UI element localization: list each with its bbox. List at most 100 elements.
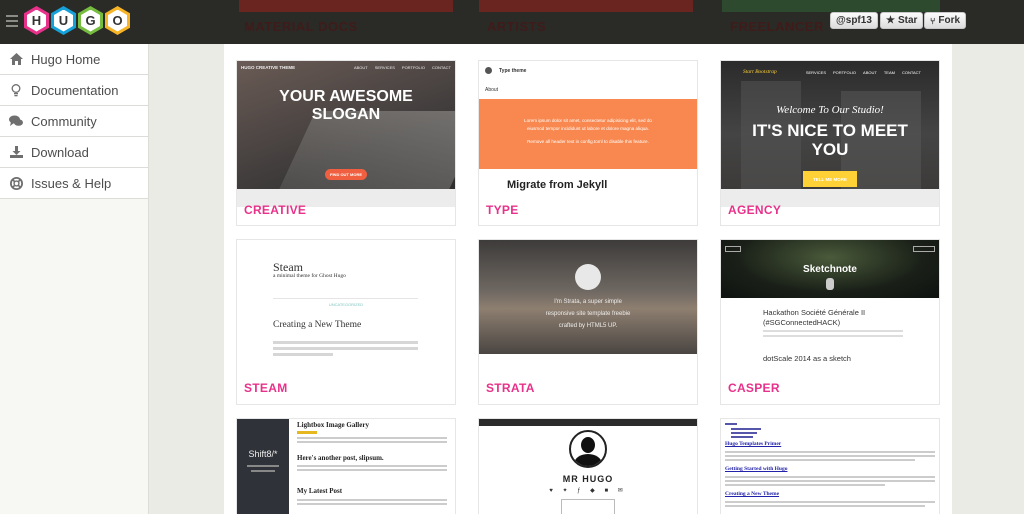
sidebar-item-hugo-home[interactable]: Hugo Home [0, 44, 148, 75]
behind-card-edge [239, 0, 453, 12]
casper-cover-image: Sketchnote [721, 240, 939, 298]
agency-welcome: Welcome To Our Studio! [776, 104, 884, 116]
sidebar-item-issues-help[interactable]: Issues & Help [0, 168, 148, 199]
plain-text-line [725, 459, 915, 461]
fork-icon: ⑂ [930, 15, 936, 26]
sidebar-item-documentation[interactable]: Documentation [0, 75, 148, 106]
plain-text-line [725, 455, 935, 457]
theme-name[interactable]: STEAM [244, 381, 288, 395]
theme-card-casper[interactable]: Sketchnote Hackathon Société Générale II… [720, 239, 940, 405]
casper-post-1: Hackathon Société Générale II (#SGConnec… [763, 308, 865, 328]
chat-icon [9, 114, 23, 128]
theme-name[interactable]: STRATA [486, 381, 535, 395]
theme-thumbnail-steam[interactable]: Steam a minimal theme for Ghost Hugo UNC… [237, 240, 455, 386]
theme-card-steam[interactable]: Steam a minimal theme for Ghost Hugo UNC… [236, 239, 456, 405]
mrhugo-bio-box [561, 499, 615, 514]
hamburger-menu-icon[interactable] [6, 15, 18, 27]
logo-hex-u: U [51, 6, 76, 35]
theme-name[interactable]: AGENCY [728, 203, 781, 217]
theme-card-type[interactable]: Type theme About Lorem ipsum dolor sit a… [478, 60, 698, 226]
agency-nav-item: PORTFOLIO [833, 70, 857, 75]
theme-name[interactable]: TYPE [486, 203, 519, 217]
plain-text-line [725, 501, 935, 503]
mrhugo-social-icons: ♥ ✦ ƒ ◆ ■ ✉ [549, 488, 627, 494]
creative-nav: ABOUT SERVICES PORTFOLIO CONTACT [354, 65, 451, 70]
theme-thumbnail-strata[interactable]: I'm Strata, a super simple responsive si… [479, 240, 697, 354]
theme-thumbnail-type[interactable]: Type theme About Lorem ipsum dolor sit a… [479, 61, 697, 207]
slogan-line: YOUR AWESOME [279, 88, 413, 105]
mrhugo-avatar [569, 430, 607, 468]
mrhugo-title: MR HUGO [562, 474, 614, 484]
theme-card-shift8[interactable]: Shift8/* Lightbox Image Gallery Here's a… [236, 418, 456, 514]
theme-card-mrhugo[interactable]: MR HUGO ♥ ✦ ƒ ◆ ■ ✉ [478, 418, 698, 514]
shift8-sidebar: Shift8/* [237, 419, 289, 514]
plain-heading: Getting Started with Hugo [725, 466, 788, 472]
theme-name[interactable]: CASPER [728, 381, 780, 395]
steam-excerpt-line [273, 341, 418, 344]
theme-thumbnail-creative[interactable]: HUGO CREATIVE THEME ABOUT SERVICES PORTF… [237, 61, 455, 207]
logo-letter: G [81, 9, 100, 32]
shift8-excerpt-line [297, 469, 447, 471]
casper-post-title: dotScale 2014 as a sketch [763, 354, 851, 363]
lifebuoy-icon [9, 176, 23, 190]
type-site-title: Type theme [499, 68, 527, 74]
shift8-excerpt-line [297, 437, 447, 439]
type-post-title: Migrate from Jekyll [507, 179, 608, 191]
casper-subscribe-icon [913, 246, 935, 252]
plain-text-line [725, 451, 935, 453]
plain-text-line [725, 505, 925, 507]
creative-nav-item: SERVICES [374, 65, 395, 70]
creative-cta-button: FIND OUT MORE [325, 169, 367, 180]
github-fork-button[interactable]: ⑂ Fork [924, 12, 967, 29]
theme-card-creative[interactable]: HUGO CREATIVE THEME ABOUT SERVICES PORTF… [236, 60, 456, 226]
shift8-post-title: My Latest Post [297, 487, 343, 495]
strata-intro: I'm Strata, a super simple responsive si… [479, 296, 697, 332]
agency-heading-line: IT'S NICE TO MEET [752, 121, 908, 140]
theme-thumbnail-shift8[interactable]: Shift8/* Lightbox Image Gallery Here's a… [237, 419, 455, 514]
github-follow-button[interactable]: @spf13 [830, 12, 878, 29]
theme-card-plain[interactable]: Hugo Templates Primer Getting Started wi… [720, 418, 940, 514]
shift8-excerpt-line [297, 499, 447, 501]
hugo-logo[interactable]: H U G O [24, 6, 132, 35]
type-banner: Lorem ipsum dolor sit amet, consectetur … [479, 99, 697, 169]
theme-thumbnail-agency[interactable]: Start Bootstrap SERVICES PORTFOLIO ABOUT… [721, 61, 939, 207]
github-follow-label: @spf13 [836, 15, 872, 26]
sidebar-item-download[interactable]: Download [0, 137, 148, 168]
type-banner-line: Remove all header text in config.toml to… [527, 139, 649, 144]
behind-theme-name: ARTISTS [487, 19, 547, 34]
creative-nav-item: CONTACT [431, 65, 451, 70]
plain-link [731, 432, 757, 434]
casper-figure [826, 278, 834, 290]
shift8-post-title: Lightbox Image Gallery [297, 421, 369, 429]
github-star-button[interactable]: ★ Star [880, 12, 924, 29]
theme-name[interactable]: CREATIVE [244, 203, 306, 217]
behind-theme-name: FREELANCER [730, 19, 824, 34]
steam-excerpt-line [273, 347, 418, 350]
sidebar-item-label: Documentation [31, 82, 119, 98]
theme-thumbnail-mrhugo[interactable]: MR HUGO ♥ ✦ ƒ ◆ ■ ✉ [479, 419, 697, 514]
theme-thumbnail-casper[interactable]: Sketchnote Hackathon Société Générale II… [721, 240, 939, 386]
plain-link [725, 423, 737, 425]
steam-excerpt-line [273, 353, 333, 356]
plain-link [731, 428, 761, 430]
shift8-tagline [247, 465, 279, 467]
casper-post-title: (#SGConnectedHACK) [763, 318, 841, 327]
sidebar-item-community[interactable]: Community [0, 106, 148, 137]
slogan-line: SLOGAN [311, 106, 381, 123]
theme-card-agency[interactable]: Start Bootstrap SERVICES PORTFOLIO ABOUT… [720, 60, 940, 226]
behind-card-edge [722, 0, 940, 12]
logo-hex-g: G [78, 6, 103, 35]
agency-nav-item: ABOUT [863, 70, 877, 75]
plain-text-line [725, 476, 935, 478]
sidebar-item-label: Community [31, 113, 97, 129]
type-about-link: About [485, 87, 499, 93]
strata-intro-line: crafted by HTML5 UP. [558, 323, 618, 329]
agency-heading: IT'S NICE TO MEET YOU [721, 121, 939, 159]
shift8-tagline [251, 470, 275, 472]
theme-thumbnail-plain[interactable]: Hugo Templates Primer Getting Started wi… [721, 419, 939, 514]
theme-card-strata[interactable]: I'm Strata, a super simple responsive si… [478, 239, 698, 405]
plain-heading: Creating a New Theme [725, 491, 780, 497]
download-icon [9, 145, 23, 159]
sidebar-item-label: Download [31, 144, 89, 160]
agency-nav-item: SERVICES [805, 70, 826, 75]
